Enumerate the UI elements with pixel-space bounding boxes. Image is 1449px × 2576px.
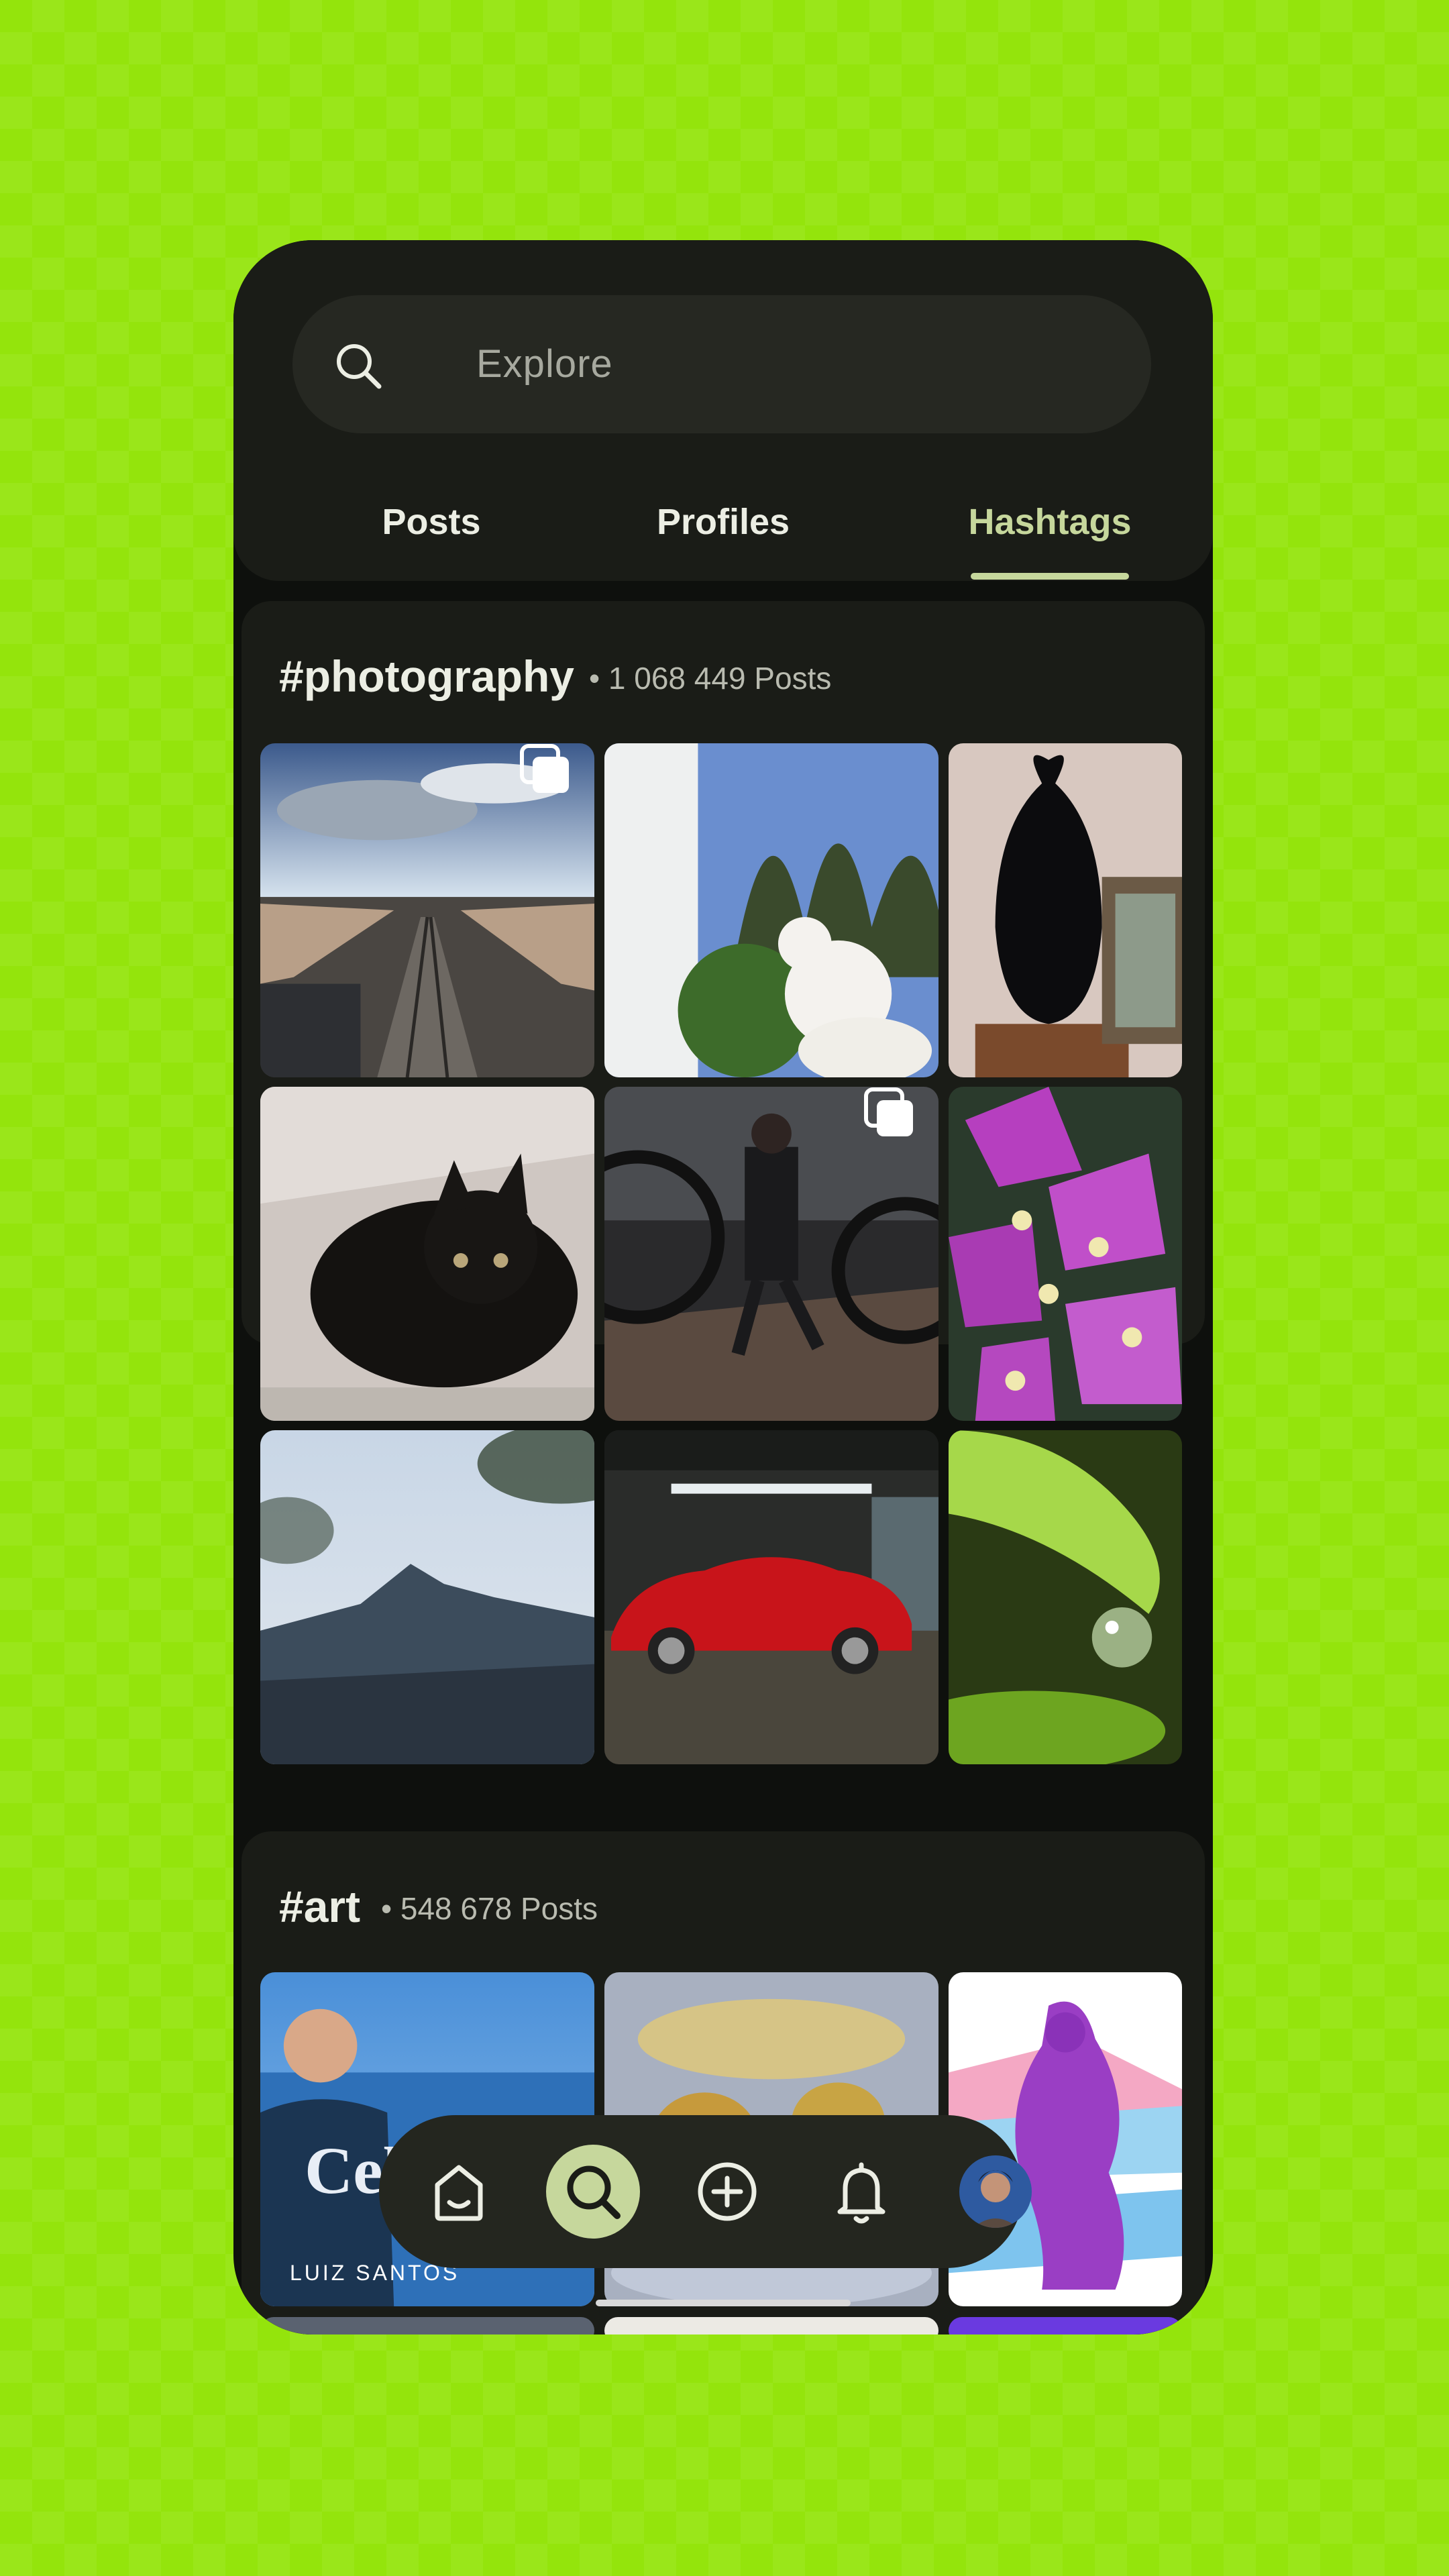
post-thumbnail[interactable]: [604, 1087, 938, 1421]
nav-home[interactable]: [405, 2138, 513, 2245]
search-icon: [546, 2145, 640, 2239]
top-panel: Explore Posts Profiles Hashtags: [233, 240, 1213, 581]
post-thumbnail[interactable]: [260, 1087, 594, 1421]
post-thumbnail[interactable]: [604, 1430, 938, 1764]
phone-screen: Explore Posts Profiles Hashtags #photogr…: [233, 240, 1213, 2334]
bottom-navigation-bar: [379, 2115, 1032, 2268]
avatar: [959, 2155, 1032, 2228]
post-thumbnail[interactable]: [604, 743, 938, 1077]
tab-posts[interactable]: Posts: [327, 495, 535, 549]
post-thumbnail[interactable]: [260, 2317, 594, 2334]
post-thumbnail[interactable]: [949, 2317, 1182, 2334]
post-thumbnail[interactable]: [949, 1430, 1182, 1764]
nav-create[interactable]: [674, 2138, 781, 2245]
nav-explore[interactable]: [539, 2138, 647, 2245]
search-bar[interactable]: Explore: [292, 295, 1151, 433]
hashtag-post-count: • 548 678 Posts: [381, 1891, 598, 1926]
search-placeholder: Explore: [476, 342, 613, 386]
search-icon: [337, 344, 382, 389]
nav-notifications[interactable]: [808, 2138, 915, 2245]
hashtag-title[interactable]: #art: [279, 1881, 360, 1932]
add-circle-icon: [698, 2162, 757, 2221]
post-thumbnail[interactable]: [260, 1430, 594, 1764]
multiple-images-icon: [520, 744, 569, 793]
post-thumbnail[interactable]: [949, 743, 1182, 1077]
post-thumbnail[interactable]: [260, 743, 594, 1077]
hashtag-title[interactable]: #photography: [279, 651, 574, 702]
nav-profile[interactable]: [942, 2138, 1049, 2245]
post-thumbnail[interactable]: [604, 2317, 938, 2334]
active-tab-indicator: [971, 573, 1129, 580]
tab-hashtags[interactable]: Hashtags: [945, 495, 1155, 549]
home-icon: [435, 2165, 483, 2221]
bell-icon: [837, 2162, 885, 2224]
hashtag-card-photography[interactable]: #photography • 1 068 449 Posts: [241, 601, 1205, 1764]
multiple-images-icon: [864, 1087, 913, 1136]
hashtag-post-count: • 1 068 449 Posts: [589, 661, 832, 696]
post-thumbnail[interactable]: [949, 1087, 1182, 1421]
home-indicator[interactable]: [596, 2300, 851, 2306]
tab-profiles[interactable]: Profiles: [609, 495, 837, 549]
